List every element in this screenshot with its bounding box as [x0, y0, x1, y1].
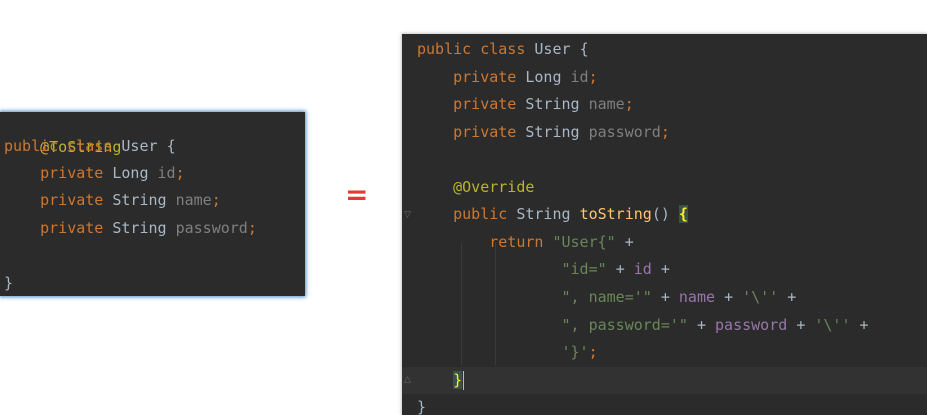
string-literal: "id="	[561, 260, 607, 278]
semicolon: ;	[175, 164, 185, 182]
keyword-private: private	[453, 95, 517, 113]
keyword-class: class	[480, 40, 526, 58]
code-line-concat-id: "id=" + id +	[417, 256, 670, 283]
field-type: String	[525, 95, 580, 113]
return-type: String	[516, 205, 571, 223]
code-line-class-close: }	[4, 270, 13, 297]
code-line-return: return "User{" +	[417, 229, 634, 256]
expanded-code-panel: ▽ △ public class User { private Long id;…	[402, 34, 927, 415]
override-annotation: @Override	[453, 178, 535, 196]
field-name: name	[175, 191, 212, 209]
code-line-method-close: }	[417, 367, 465, 394]
code-line-field-password: private String password;	[417, 119, 670, 146]
fold-icon[interactable]: ▽	[404, 210, 414, 220]
keyword-private: private	[453, 68, 517, 86]
field-name: name	[588, 95, 625, 113]
semicolon: ;	[588, 343, 598, 361]
plus-operator: +	[660, 260, 670, 278]
code-line-concat-close: '}';	[417, 339, 598, 366]
char-literal: '\''	[814, 316, 851, 334]
keyword-private: private	[40, 219, 104, 237]
method-parens: ()	[651, 205, 670, 223]
code-line-field-name: private String name;	[417, 91, 634, 118]
semicolon: ;	[211, 191, 221, 209]
field-name: password	[588, 123, 661, 141]
lombok-code-panel: @ToString public class User { private Lo…	[0, 112, 305, 296]
keyword-private: private	[453, 123, 517, 141]
code-line-annotation: @ToString	[4, 107, 121, 156]
plus-operator: +	[660, 288, 670, 306]
semicolon: ;	[588, 68, 598, 86]
field-type: String	[112, 191, 167, 209]
code-line-field-id: private Long id;	[417, 64, 598, 91]
keyword-class: class	[67, 137, 113, 155]
field-reference: name	[678, 288, 716, 306]
semicolon: ;	[624, 95, 634, 113]
code-line-method-sig: public String toString() {	[417, 201, 688, 228]
field-name: password	[175, 219, 248, 237]
field-reference: id	[633, 260, 652, 278]
open-brace: {	[579, 40, 589, 58]
string-literal: ", name='"	[561, 288, 652, 306]
field-name: id	[570, 68, 589, 86]
code-line-class-decl: public class User {	[417, 36, 589, 63]
plus-operator: +	[724, 288, 734, 306]
plus-operator: +	[696, 316, 706, 334]
keyword-public: public	[4, 137, 59, 155]
matched-close-brace: }	[453, 371, 463, 389]
equals-sign: =	[345, 178, 369, 211]
field-type: String	[525, 123, 580, 141]
close-brace: }	[417, 398, 427, 415]
keyword-private: private	[40, 164, 104, 182]
keyword-private: private	[40, 191, 104, 209]
string-literal: "User{"	[552, 233, 616, 251]
code-line-concat-password: ", password='" + password + '\'' +	[417, 312, 869, 339]
plus-operator: +	[796, 316, 806, 334]
char-literal: '}'	[561, 343, 589, 361]
code-line-field-id: private Long id;	[4, 160, 185, 187]
code-line-field-name: private String name;	[4, 187, 221, 214]
keyword-return: return	[489, 233, 544, 251]
method-name: toString	[579, 205, 652, 223]
plus-operator: +	[615, 260, 625, 278]
field-type: Long	[112, 164, 149, 182]
plus-operator: +	[624, 233, 634, 251]
class-name: User	[121, 137, 158, 155]
field-reference: password	[715, 316, 788, 334]
field-type: String	[112, 219, 167, 237]
plus-operator: +	[787, 288, 797, 306]
string-literal: ", password='"	[561, 316, 688, 334]
keyword-public: public	[417, 40, 472, 58]
text-caret	[463, 371, 465, 390]
char-literal: '\''	[742, 288, 779, 306]
code-line-concat-name: ", name='" + name + '\'' +	[417, 284, 797, 311]
current-line-highlight	[402, 367, 927, 394]
close-brace: }	[4, 274, 14, 292]
code-line-override-annotation: @Override	[417, 174, 534, 201]
class-name: User	[534, 40, 571, 58]
matched-open-brace: {	[678, 205, 688, 223]
code-line-class-close: }	[417, 394, 426, 415]
open-brace: {	[166, 137, 176, 155]
field-type: Long	[525, 68, 562, 86]
field-name: id	[157, 164, 176, 182]
fold-icon[interactable]: △	[404, 375, 414, 385]
plus-operator: +	[859, 316, 869, 334]
semicolon: ;	[660, 123, 670, 141]
semicolon: ;	[247, 219, 257, 237]
code-line-class-decl: public class User {	[4, 133, 176, 160]
keyword-public: public	[453, 205, 508, 223]
code-line-field-password: private String password;	[4, 215, 257, 242]
